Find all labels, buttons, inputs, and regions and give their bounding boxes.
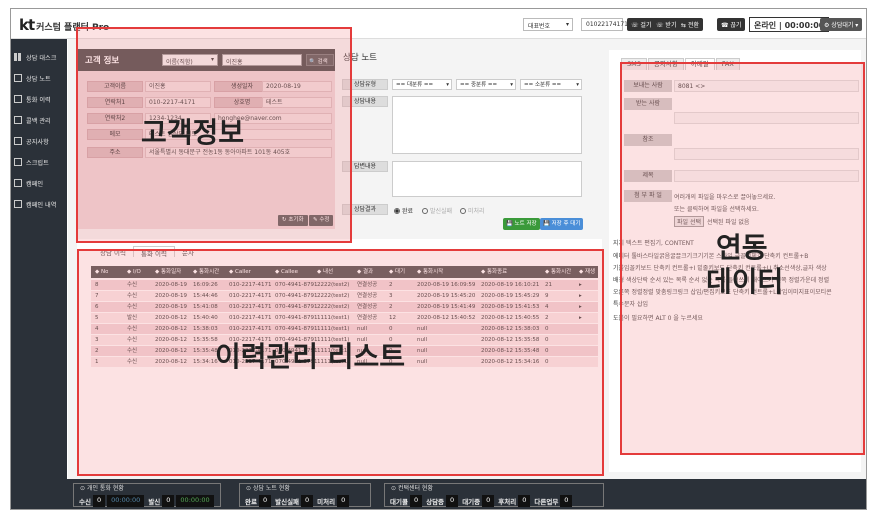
status-select[interactable]: ⚙ 상담대기 ▾: [820, 18, 863, 31]
status-label: 발신실패: [275, 498, 300, 506]
linked-overlay-label-2: 데이터: [706, 265, 784, 298]
status-value: 0: [337, 495, 350, 507]
status-value: 00:00:00: [107, 495, 145, 507]
grid-icon: [14, 53, 22, 61]
status-label: 상담중: [426, 498, 445, 506]
status-label: 완료: [245, 498, 257, 506]
sidebar-item-campaign[interactable]: 캠페인: [14, 175, 66, 191]
edit-icon: [14, 200, 22, 208]
sidebar-item-callback[interactable]: 콜백 관리: [14, 112, 66, 128]
personal-status-title: ⊙ 개인 통화 현황: [80, 485, 124, 492]
rep-number-select[interactable]: 대표번호 ▾: [523, 18, 573, 31]
status-value: 0: [560, 495, 573, 507]
status-label: 후처리: [498, 498, 517, 506]
sidebar-item-campaign-history[interactable]: 캠페인 내역: [14, 196, 66, 212]
category-mid-select[interactable]: == 중분류 ==: [456, 79, 516, 90]
status-value: 0: [482, 495, 495, 507]
edit-icon: [14, 158, 22, 166]
edit-icon: [14, 179, 22, 187]
center-status-title: ⊙ 컨택센터 현황: [391, 485, 433, 492]
sidebar-item-script[interactable]: 스크립트: [14, 154, 66, 170]
edit-icon: [14, 116, 22, 124]
status-value: 0: [162, 495, 175, 507]
note-status-row: 완료 0 발신실패 0 미처리 0: [243, 495, 351, 507]
status-label: 발신: [148, 498, 161, 506]
app-window: kt 커스텀 플랜터 Pro 대표번호 ▾ 01022174171 ☏ 걸기 ☏ …: [10, 8, 867, 510]
status-value: 0: [92, 495, 106, 507]
status-bar: ⊙ 개인 통화 현황 수신 0 00:00:00 발신 0 00:00:00 ⊙ 상담 노…: [11, 479, 866, 509]
edit-icon: [14, 74, 22, 82]
radio-icon: [460, 207, 466, 214]
center-status-row: 대기콜 0 상담중 0 대기중 0 후처리 0 다른업무 0: [388, 495, 574, 507]
status-value: 0: [446, 495, 459, 507]
transfer-button[interactable]: ⇆ 전환: [677, 18, 703, 31]
customer-overlay: 고객정보: [76, 27, 352, 243]
sidebar-item-desk[interactable]: 상담 대스크: [14, 49, 66, 65]
center-status: ⊙ 컨택센터 현황 대기콜 0 상담중 0 대기중 0 후처리 0 다른업무 0: [384, 483, 604, 507]
status-label: 대기콜: [390, 498, 408, 506]
status-label: 수신: [79, 498, 91, 506]
note-status-title: ⊙ 상담 노트 현황: [246, 485, 290, 492]
status-value: 00:00:00: [176, 495, 214, 507]
result-radio-failed[interactable]: 발신실패: [422, 206, 452, 215]
note-status: ⊙ 상담 노트 현황 완료 0 발신실패 0 미처리 0: [239, 483, 371, 507]
result-radio-pending[interactable]: 미처리: [460, 206, 485, 215]
save-and-wait-button[interactable]: 💾 저장 후 대기: [540, 218, 584, 230]
note-panel: 상담 노트 상담유형 == 대분류 == == 중분류 == == 소분류 ==…: [340, 49, 602, 230]
radio-icon: [394, 207, 400, 214]
customer-overlay-label: 고객정보: [141, 116, 245, 149]
note-content-textarea[interactable]: [392, 96, 582, 154]
status-value: 0: [409, 495, 423, 507]
linked-overlay: 연동 데이터: [620, 62, 865, 455]
category-small-select[interactable]: == 소분류 ==: [520, 79, 582, 90]
hangup-button[interactable]: ☎ 끊기: [717, 18, 746, 31]
sidebar-item-call-history[interactable]: 통화 이력: [14, 91, 66, 107]
sidebar-item-notice[interactable]: 공지사항: [14, 133, 66, 149]
logo-kt: kt: [19, 16, 35, 34]
content-area: 고객 정보 이름(직함) 이진홍 🔍 검색 고객이름 이진홍 생성일자 2020…: [68, 27, 866, 479]
status-value: 0: [258, 495, 272, 507]
online-timer: 온라인 | 00:00:00: [749, 17, 830, 32]
history-overlay: 이력관리 리스트: [77, 249, 604, 476]
sidebar: 상담 대스크 상담 노트 통화 이력 콜백 관리 공지사항 스크립트 캠페인 캠…: [11, 39, 67, 479]
category-large-select[interactable]: == 대분류 ==: [392, 79, 452, 90]
edit-icon: [14, 95, 22, 103]
status-label: 미처리: [317, 498, 336, 506]
radio-icon: [422, 207, 428, 214]
save-note-button[interactable]: 💾 노트 저장: [503, 218, 540, 230]
status-label: 대기중: [462, 498, 481, 506]
personal-status: ⊙ 개인 통화 현황 수신 0 00:00:00 발신 0 00:00:00: [73, 483, 221, 507]
edit-icon: [14, 137, 22, 145]
status-value: 0: [518, 495, 531, 507]
history-overlay-label: 이력관리 리스트: [215, 340, 406, 373]
personal-status-row: 수신 0 00:00:00 발신 0 00:00:00: [77, 495, 216, 507]
status-value: 0: [301, 495, 314, 507]
sidebar-item-note[interactable]: 상담 노트: [14, 70, 66, 86]
status-label: 다른업무: [534, 498, 559, 506]
note-answer-textarea[interactable]: [392, 161, 582, 197]
result-radio-done[interactable]: 완료: [394, 206, 413, 215]
phone-input[interactable]: 01022174171: [581, 18, 628, 31]
